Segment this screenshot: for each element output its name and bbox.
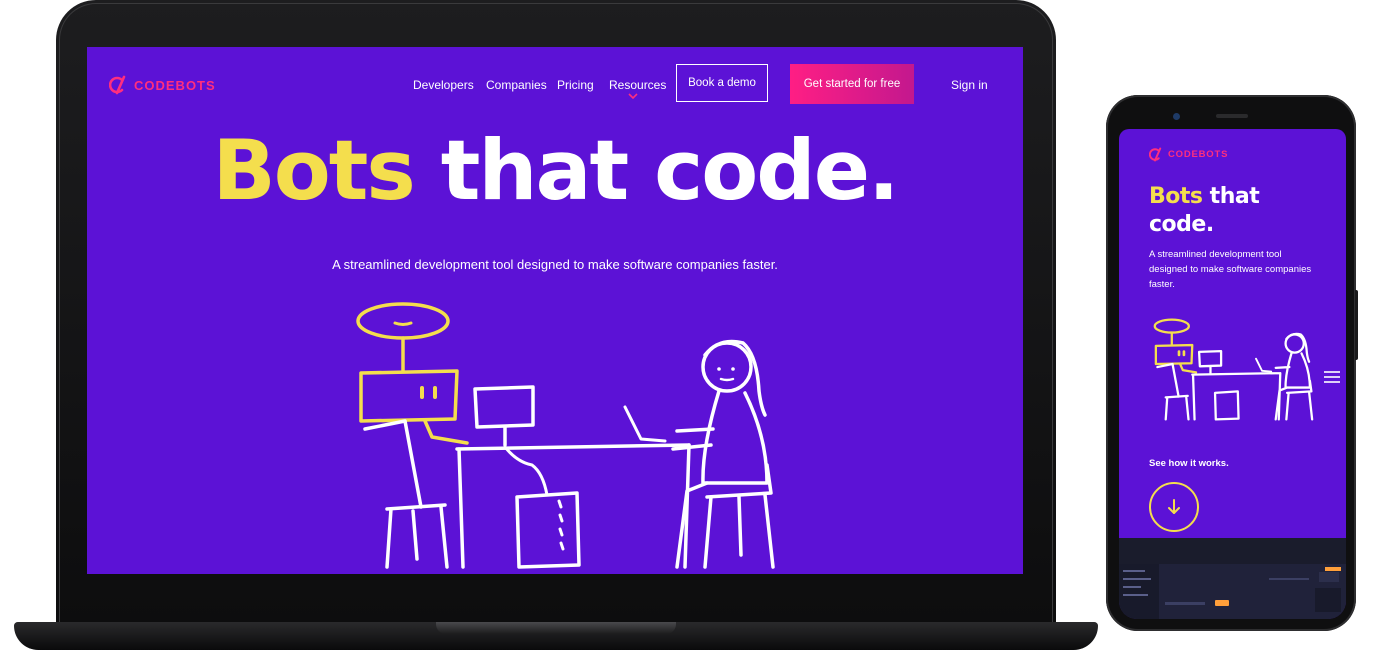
phone-speaker: [1216, 114, 1248, 118]
hero-headline: Bots that code.: [87, 129, 1023, 212]
see-how-it-works-text: See how it works.: [1149, 458, 1229, 469]
laptop-screen: CODEBOTS Developers Companies Pricing Re…: [87, 47, 1023, 574]
phone-side-button: [1355, 290, 1358, 360]
nav-pricing[interactable]: Pricing: [557, 78, 594, 92]
logo-text: CODEBOTS: [1168, 149, 1229, 160]
hamburger-menu-icon[interactable]: [1324, 371, 1340, 383]
codebots-logo-icon: [109, 75, 126, 95]
book-demo-button[interactable]: Book a demo: [676, 64, 768, 102]
sign-in-link[interactable]: Sign in: [951, 78, 988, 92]
phone-hero-subtitle: A streamlined development tool designed …: [1149, 249, 1312, 290]
app-preview-panel: [1119, 538, 1346, 619]
hero-headline-highlight: Bots: [212, 122, 415, 219]
chevron-down-icon[interactable]: [628, 93, 638, 100]
app-preview-image: [1119, 564, 1346, 619]
nav-resources[interactable]: Resources: [609, 78, 666, 92]
phone-hero-headline: Bots that code.: [1149, 183, 1260, 239]
phone-camera: [1173, 113, 1180, 120]
phone-headline-highlight: Bots: [1149, 184, 1203, 209]
hero-illustration: [356, 302, 775, 569]
hero-headline-rest: that code.: [440, 122, 900, 219]
nav-companies[interactable]: Companies: [486, 78, 547, 92]
phone-screen: CODEBOTS Bots that code. A streamlined d…: [1119, 129, 1346, 619]
hero-subtitle: A streamlined development tool designed …: [332, 257, 778, 272]
arrow-down-icon: [1168, 499, 1180, 514]
phone-headline-line1-rest: that: [1209, 184, 1260, 209]
codebots-logo[interactable]: CODEBOTS: [109, 75, 216, 95]
laptop-hinge: [436, 622, 676, 634]
phone-codebots-logo[interactable]: CODEBOTS: [1149, 147, 1228, 162]
phone-hero-illustration: [1153, 318, 1314, 421]
logo-text: CODEBOTS: [134, 77, 216, 93]
nav-developers[interactable]: Developers: [413, 78, 474, 92]
codebots-logo-icon: [1149, 147, 1162, 162]
get-started-button[interactable]: Get started for free: [790, 64, 914, 104]
phone-headline-line2: code.: [1149, 212, 1214, 237]
scroll-down-button[interactable]: [1149, 482, 1199, 532]
